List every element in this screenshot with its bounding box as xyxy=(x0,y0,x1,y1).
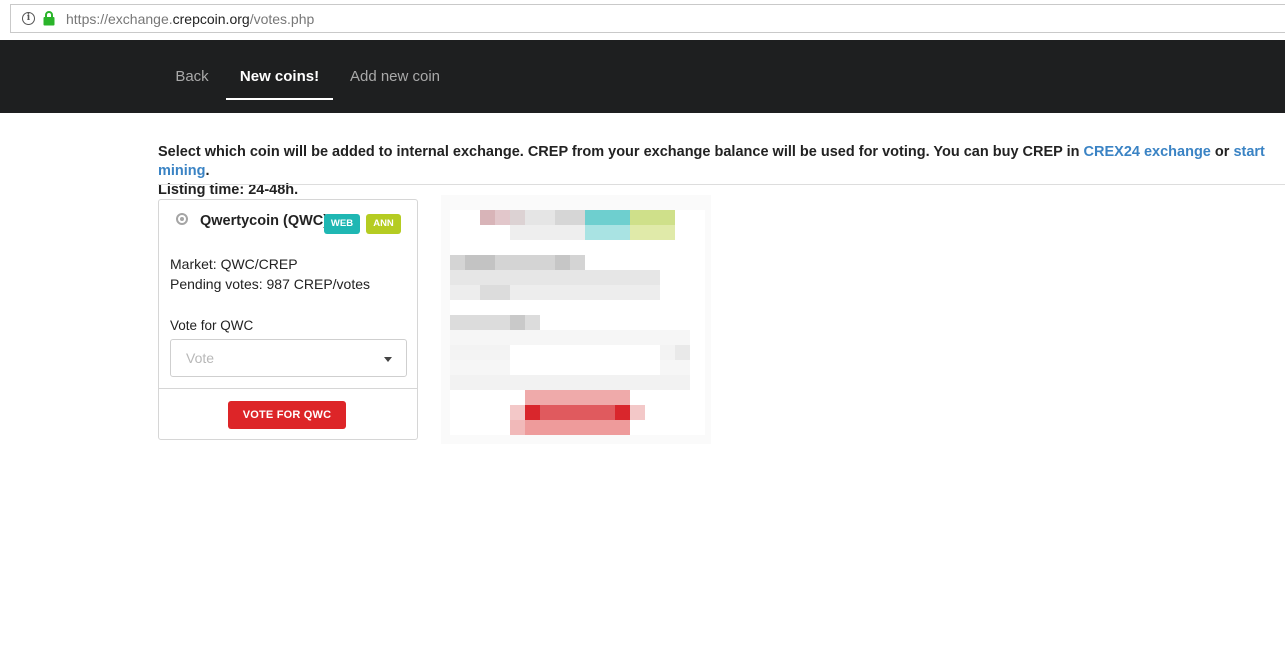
intro-text-after: . xyxy=(205,163,210,179)
pending-votes-value: 987 CREP/votes xyxy=(262,276,371,292)
blurred-coin-card xyxy=(441,195,711,444)
active-tab-underline xyxy=(226,98,333,100)
nav-back-label: Back xyxy=(175,68,209,85)
info-icon[interactable]: i xyxy=(22,12,35,25)
url-field[interactable]: i https://exchange.crepcoin.org/votes.ph… xyxy=(10,4,1285,33)
nav-new-coins-label: New coins! xyxy=(239,68,320,85)
market-label: Market: xyxy=(170,256,217,272)
card-separator xyxy=(159,388,417,389)
divider xyxy=(158,184,1285,185)
intro-text-mid: or xyxy=(1210,144,1234,160)
nav-back[interactable]: Back xyxy=(158,40,226,113)
crex24-link[interactable]: CREX24 exchange xyxy=(1084,144,1211,160)
market-value: QWC/CREP xyxy=(216,256,298,272)
nav-add-new-coin-label: Add new coin xyxy=(349,68,441,85)
url-prefix: https://exchange. xyxy=(66,11,173,27)
coin-name: Qwertycoin (QWC) xyxy=(200,213,329,229)
top-nav: Back New coins! Add new coin xyxy=(0,40,1285,113)
url-domain: crepcoin.org xyxy=(172,11,250,27)
vote-select[interactable]: Vote xyxy=(170,339,407,377)
url-path: /votes.php xyxy=(249,11,315,27)
ann-badge[interactable]: ANN xyxy=(366,214,401,234)
chevron-down-icon xyxy=(384,357,392,362)
market-line: Market: QWC/CREP xyxy=(170,256,298,272)
pending-votes-label: Pending votes: xyxy=(170,276,263,292)
lock-icon xyxy=(43,11,55,26)
url-text: https://exchange.crepcoin.org/votes.php xyxy=(66,11,314,27)
pending-votes-line: Pending votes: 987 CREP/votes xyxy=(170,276,370,292)
vote-select-placeholder: Vote xyxy=(186,350,215,366)
vote-button[interactable]: VOTE FOR QWC xyxy=(228,401,346,429)
intro-text-before: Select which coin will be added to inter… xyxy=(158,144,1084,160)
browser-address-bar: i https://exchange.crepcoin.org/votes.ph… xyxy=(0,0,1285,40)
vote-for-label: Vote for QWC xyxy=(170,318,254,333)
web-badge[interactable]: WEB xyxy=(324,214,360,234)
nav-add-new-coin[interactable]: Add new coin xyxy=(333,40,457,113)
coin-card: Qwertycoin (QWC) WEB ANN Market: QWC/CRE… xyxy=(158,199,418,440)
intro-text: Select which coin will be added to inter… xyxy=(158,143,1278,200)
coin-logo-icon xyxy=(176,213,188,225)
nav-new-coins[interactable]: New coins! xyxy=(226,40,333,113)
